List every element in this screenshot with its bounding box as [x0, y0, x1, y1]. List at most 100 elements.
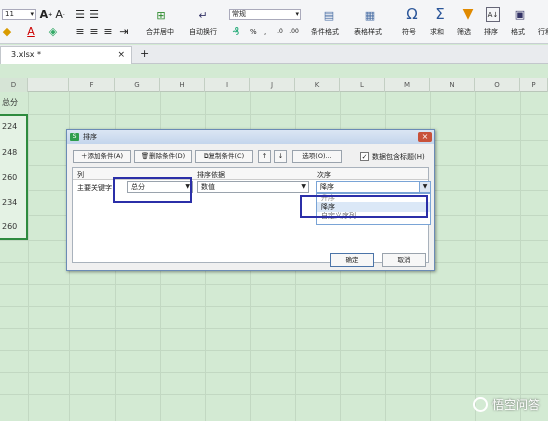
ribbon-toolbar: 11 ▾ A + A- ◆ A ◈ ☰ ☰ ≡ ≡ ≡ ⇥ ⊞ 合并居中 ↵ 自动换… — [0, 0, 548, 44]
chevron-down-icon: ▾ — [30, 10, 34, 18]
file-tab[interactable]: 3.xlsx * × — [0, 46, 132, 64]
conditional-format-icon[interactable]: ▤ — [322, 8, 336, 22]
conditional-format-button[interactable]: 条件格式 — [311, 27, 339, 37]
move-up-button[interactable]: ↑ — [258, 150, 271, 163]
table-style-button[interactable]: 表格样式 — [354, 27, 382, 37]
format-button[interactable]: 格式 — [511, 27, 525, 37]
grid-line — [0, 328, 548, 329]
column-header-n[interactable]: N — [430, 78, 475, 92]
merge-center-button[interactable]: 合并居中 — [146, 27, 174, 37]
sort-icon[interactable]: A↓ — [486, 7, 500, 22]
ok-button[interactable]: 确定 — [330, 253, 374, 267]
align-center-icon[interactable]: ≡ — [88, 25, 100, 38]
format-icon[interactable]: ▣ — [513, 7, 527, 22]
header-cell-total[interactable]: 总分 — [2, 97, 18, 108]
filter-button[interactable]: 筛选 — [457, 27, 471, 37]
column-header-i[interactable]: I — [205, 78, 250, 92]
column-header-l[interactable]: L — [340, 78, 385, 92]
cancel-button[interactable]: 取消 — [382, 253, 426, 267]
column-header-o[interactable]: O — [475, 78, 520, 92]
column-header-k[interactable]: K — [295, 78, 340, 92]
sigma-icon[interactable]: Σ — [432, 5, 448, 23]
font-size-select[interactable]: 11 ▾ — [2, 9, 36, 20]
column-header-row: D F G H I J K L M N O P — [0, 78, 548, 92]
symbol-button[interactable]: 符号 — [402, 27, 416, 37]
sort-button[interactable]: 排序 — [484, 27, 498, 37]
dialog-title: 排序 — [83, 133, 97, 141]
align-right-icon[interactable]: ≡ — [102, 25, 114, 38]
data-cell[interactable]: 260 — [2, 222, 17, 231]
column-header-m[interactable]: M — [385, 78, 430, 92]
order-select[interactable]: 降序 ▼ — [316, 181, 431, 193]
data-cell[interactable]: 224 — [2, 122, 17, 131]
percent-button[interactable]: % — [250, 28, 257, 36]
new-tab-icon[interactable]: + — [140, 47, 149, 60]
caret-down-icon: ▼ — [301, 183, 306, 190]
delete-condition-label: 删除条件(D) — [149, 152, 186, 160]
data-cell[interactable]: 260 — [2, 173, 17, 182]
add-condition-label: 添加条件(A) — [87, 152, 124, 160]
column-header-d[interactable]: D — [0, 78, 28, 92]
indent-icon[interactable]: ⇥ — [118, 25, 130, 38]
grid-line — [0, 114, 548, 115]
options-button[interactable]: 选项(O)... — [292, 150, 342, 163]
number-format-select[interactable]: 常规 ▾ — [229, 9, 301, 20]
font-size-value: 11 — [5, 10, 14, 18]
font-color-icon[interactable]: A — [25, 25, 37, 38]
row-col-button[interactable]: 行和 — [538, 27, 548, 37]
copy-condition-button[interactable]: ⧉复制条件(C) — [195, 150, 253, 163]
currency-icon[interactable]: ₰ — [230, 25, 242, 38]
column-header-g[interactable]: G — [115, 78, 160, 92]
sort-basis-label: 排序依据 — [197, 171, 225, 179]
close-icon[interactable]: × — [418, 132, 432, 142]
column-header-p[interactable]: P — [520, 78, 548, 92]
wrap-text-button[interactable]: 自动换行 — [189, 27, 217, 37]
omega-icon[interactable]: Ω — [404, 5, 420, 23]
fill-color-icon[interactable]: ◆ — [2, 25, 12, 38]
move-down-button[interactable]: ↓ — [274, 150, 287, 163]
highlight-box — [113, 177, 192, 203]
app-logo-icon: S — [70, 133, 79, 141]
header-checkbox-label: 数据包含标题(H) — [372, 153, 425, 161]
trash-icon: 🗑 — [140, 152, 150, 160]
table-style-icon[interactable]: ▦ — [363, 8, 377, 22]
close-icon[interactable]: × — [117, 47, 125, 63]
sort-basis-select[interactable]: 数值 ▼ — [197, 181, 309, 193]
align-middle-icon[interactable]: ☰ — [88, 8, 100, 21]
filter-icon[interactable]: ▼ — [460, 6, 476, 22]
number-format-value: 常规 — [232, 10, 246, 18]
arrow-down-icon: ↓ — [277, 152, 284, 160]
column-header-f[interactable]: F — [69, 78, 115, 92]
order-label: 次序 — [317, 171, 331, 179]
data-cell[interactable]: 248 — [2, 148, 17, 157]
wrap-text-icon[interactable]: ↵ — [196, 8, 210, 22]
sum-button[interactable]: 求和 — [430, 27, 444, 37]
sort-basis-value: 数值 — [201, 183, 215, 191]
decimal-decrease-icon[interactable]: .00 — [288, 26, 300, 37]
column-header-h[interactable]: H — [160, 78, 205, 92]
merge-icon[interactable]: ⊞ — [154, 8, 168, 22]
font-shrink-icon[interactable]: A- — [54, 8, 66, 21]
align-top-icon[interactable]: ☰ — [74, 8, 86, 21]
arrow-up-icon: ↑ — [261, 152, 268, 160]
column-header-j[interactable]: J — [250, 78, 295, 92]
highlight-box — [300, 195, 428, 218]
align-left-icon[interactable]: ≡ — [74, 25, 86, 38]
copy-condition-label: 复制条件(C) — [208, 152, 245, 160]
column-header-e[interactable] — [28, 78, 69, 92]
font-grow-icon[interactable]: A + — [40, 8, 53, 21]
clear-format-icon[interactable]: ◈ — [47, 25, 59, 38]
caret-down-icon[interactable]: ▼ — [419, 182, 430, 192]
decimal-increase-icon[interactable]: .0 — [274, 26, 286, 37]
data-cell[interactable]: 234 — [2, 198, 17, 207]
grid-line — [0, 306, 548, 307]
grid-line — [0, 350, 548, 351]
dialog-title-bar[interactable]: S 排序 × — [67, 130, 434, 144]
delete-condition-button[interactable]: 🗑删除条件(D) — [134, 150, 192, 163]
add-condition-button[interactable]: ＋添加条件(A) — [73, 150, 131, 163]
header-checkbox[interactable]: ✓ — [360, 152, 369, 161]
grid-line — [0, 394, 548, 395]
grid-line — [0, 372, 548, 373]
watermark: 悟空问答 — [472, 396, 540, 413]
comma-button[interactable]: , — [264, 28, 266, 36]
